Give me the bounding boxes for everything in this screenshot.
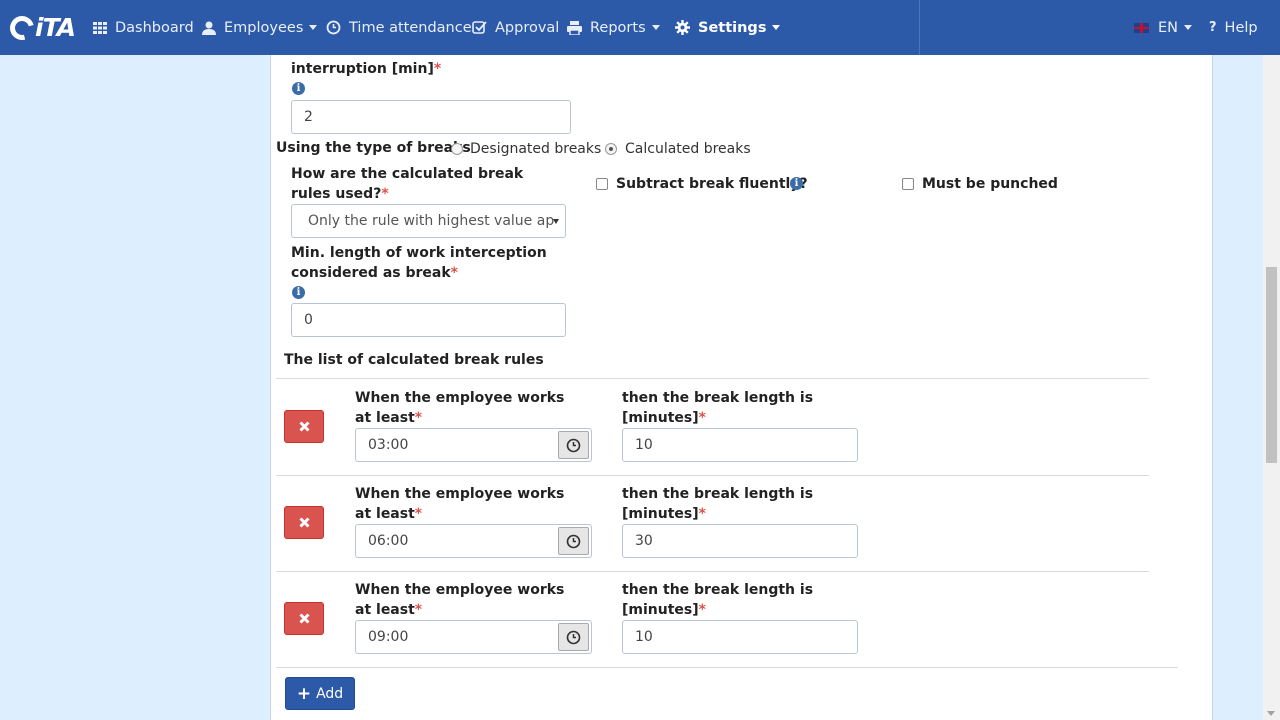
language-dropdown[interactable]: EN — [1134, 0, 1193, 55]
must-be-punched-checkbox[interactable] — [902, 178, 914, 190]
logo-ring-icon — [5, 11, 39, 44]
nav-approval[interactable]: Approval — [472, 0, 559, 55]
subtract-fluently-checkbox[interactable] — [596, 178, 608, 190]
nav-dashboard-label: Dashboard — [115, 19, 194, 36]
divider — [276, 667, 1178, 668]
check-square-icon — [472, 21, 487, 34]
delete-rule-button[interactable] — [284, 410, 324, 443]
interruption-label: interruption [min]* — [291, 61, 442, 77]
radio-designated-breaks[interactable] — [451, 143, 463, 155]
nav-time-attendance-label: Time attendance — [349, 19, 472, 36]
works-at-least-input[interactable]: 09:00 — [355, 620, 592, 654]
clock-icon — [566, 534, 581, 548]
nav-employees[interactable]: Employees — [202, 0, 318, 55]
nav-reports[interactable]: Reports — [567, 0, 660, 55]
question-icon: ? — [1209, 20, 1217, 35]
nav-help-label: Help — [1224, 19, 1258, 36]
works-at-least-label: When the employee works at least* — [355, 582, 565, 618]
add-rule-label: Add — [316, 685, 344, 702]
chevron-down-icon — [651, 25, 660, 30]
info-icon[interactable]: i — [790, 177, 803, 190]
language-label: EN — [1158, 19, 1179, 36]
delete-rule-button[interactable] — [284, 602, 324, 635]
clock-icon — [326, 20, 341, 35]
nav-settings[interactable]: Settings — [675, 0, 781, 55]
works-at-least-input[interactable]: 06:00 — [355, 524, 592, 558]
break-length-input[interactable]: 30 — [622, 524, 858, 558]
gear-icon — [675, 20, 690, 35]
cut-off-label-fragment — [291, 48, 591, 58]
calculated-breaks-label[interactable]: Calculated breaks — [625, 140, 751, 158]
works-at-least-input[interactable]: 03:00 — [355, 428, 592, 462]
rules-used-label: How are the calculated break rules used?… — [291, 166, 524, 202]
scrollbar-thumb[interactable] — [1266, 267, 1277, 463]
clock-button[interactable] — [558, 527, 589, 555]
break-length-label: then the break length is [minutes]* — [622, 390, 814, 426]
clock-icon — [566, 438, 581, 452]
top-navbar: iTA Dashboard Employees Time attendance … — [0, 0, 1280, 55]
page-scrollbar[interactable] — [1263, 55, 1280, 720]
nav-settings-label: Settings — [698, 19, 767, 36]
info-icon[interactable]: i — [292, 82, 305, 95]
min-length-input[interactable]: 0 — [291, 303, 566, 337]
chevron-down-icon — [1184, 25, 1193, 30]
works-at-least-value: 09:00 — [368, 629, 409, 645]
user-icon — [202, 21, 216, 35]
chevron-down-icon — [772, 25, 781, 30]
nav-approval-label: Approval — [495, 19, 560, 36]
chevron-down-icon — [553, 219, 559, 224]
close-icon — [298, 517, 310, 528]
min-length-label: Min. length of work interception conside… — [291, 245, 547, 281]
rules-used-select[interactable]: Only the rule with highest value ap — [291, 204, 566, 238]
nav-reports-label: Reports — [590, 19, 646, 36]
chevron-down-icon — [309, 25, 318, 30]
subtract-fluently-label[interactable]: Subtract break fluently? — [616, 174, 808, 194]
nav-divider — [919, 0, 920, 55]
plus-icon: + — [296, 683, 312, 704]
grid-icon — [93, 21, 107, 34]
printer-icon — [567, 20, 582, 35]
logo-text: iTA — [35, 13, 76, 42]
settings-panel: interruption [min]* i 2 Using the type o… — [270, 55, 1213, 720]
works-at-least-value: 03:00 — [368, 437, 409, 453]
close-icon — [298, 421, 310, 432]
radio-calculated-breaks[interactable] — [605, 143, 617, 155]
nav-dashboard[interactable]: Dashboard — [93, 0, 194, 55]
works-at-least-label: When the employee works at least* — [355, 486, 565, 522]
break-length-label: then the break length is [minutes]* — [622, 486, 814, 522]
close-icon — [298, 613, 310, 624]
scroll-down-arrow-icon[interactable] — [1267, 711, 1275, 716]
interruption-input[interactable]: 2 — [291, 100, 571, 134]
must-be-punched-label[interactable]: Must be punched — [922, 174, 1058, 194]
works-at-least-label: When the employee works at least* — [355, 390, 565, 426]
rules-used-value: Only the rule with highest value ap — [308, 213, 555, 229]
works-at-least-value: 06:00 — [368, 533, 409, 549]
add-rule-button[interactable]: + Add — [285, 677, 355, 710]
uk-flag-icon — [1134, 22, 1149, 33]
nav-time-attendance[interactable]: Time attendance — [326, 0, 472, 55]
break-type-label: Using the type of breaks — [276, 140, 471, 156]
break-length-input[interactable]: 10 — [622, 620, 858, 654]
clock-button[interactable] — [558, 623, 589, 651]
break-length-input[interactable]: 10 — [622, 428, 858, 462]
divider — [276, 475, 1149, 476]
divider — [276, 378, 1149, 379]
divider — [276, 571, 1149, 572]
app-logo[interactable]: iTA — [5, 11, 76, 44]
nav-help[interactable]: ? Help — [1209, 0, 1258, 55]
break-rules-list-title: The list of calculated break rules — [284, 352, 544, 368]
info-icon[interactable]: i — [292, 286, 305, 299]
nav-employees-label: Employees — [224, 19, 304, 36]
delete-rule-button[interactable] — [284, 506, 324, 539]
break-length-label: then the break length is [minutes]* — [622, 582, 814, 618]
designated-breaks-label[interactable]: Designated breaks — [470, 140, 601, 158]
clock-icon — [566, 630, 581, 644]
clock-button[interactable] — [558, 431, 589, 459]
